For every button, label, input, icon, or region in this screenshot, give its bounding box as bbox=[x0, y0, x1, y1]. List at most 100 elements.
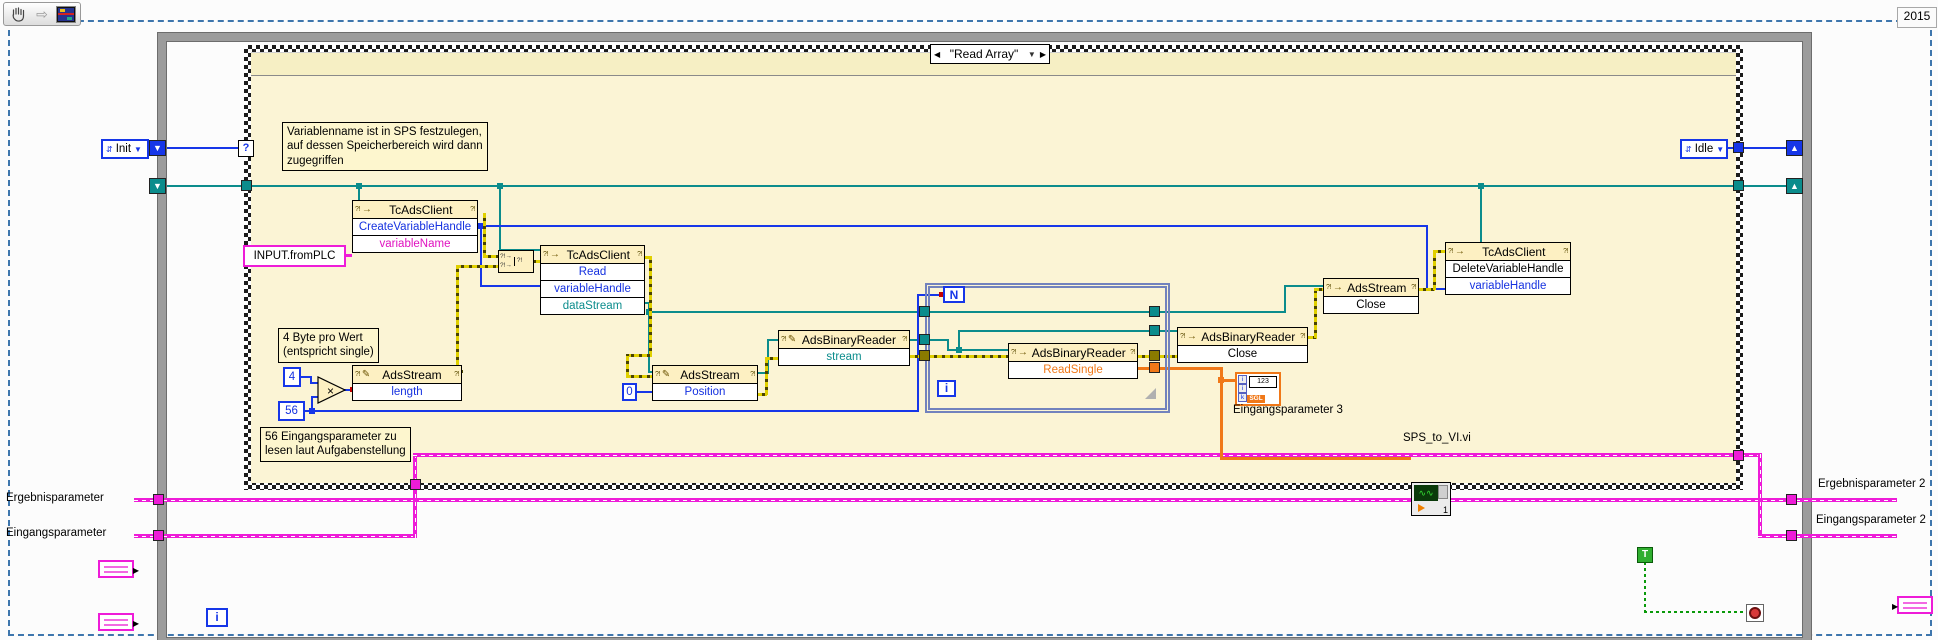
property-node-position[interactable]: ?! ✎ AdsStream?! Position bbox=[652, 365, 758, 401]
control-terminal-eingangsparameter[interactable]: ▶ bbox=[98, 613, 139, 631]
error-out-icon: ?! bbox=[454, 371, 459, 378]
comment-line: auf dessen Speicherbereich wird dann bbox=[287, 140, 483, 153]
navigate-arrow-icon[interactable]: ⇨ bbox=[32, 6, 52, 23]
int-wire bbox=[305, 410, 919, 412]
case-selector[interactable]: ◀ "Read Array" ▼ ▶ bbox=[930, 44, 1050, 64]
node-header: ?! → AdsBinaryReader?! bbox=[1178, 328, 1307, 345]
property-row[interactable]: length bbox=[353, 383, 461, 400]
subvi-sps-to-vi[interactable]: ∿∿ 1 bbox=[1411, 482, 1451, 516]
shift-register-left-state[interactable]: ▼ bbox=[149, 140, 166, 156]
invoke-node-adsstream-close[interactable]: ?! → AdsStream?! Close bbox=[1323, 278, 1419, 314]
comment-4byte[interactable]: 4 Byte pro Wert (entspricht single) bbox=[278, 328, 379, 363]
vi-diagram-icon[interactable] bbox=[56, 5, 76, 23]
property-row[interactable]: stream bbox=[779, 348, 909, 365]
hand-tool-icon[interactable] bbox=[8, 6, 28, 23]
case-tunnel-cluster-bottom[interactable] bbox=[410, 479, 421, 490]
control-terminal-ergebnisparameter[interactable]: ▶ bbox=[98, 560, 139, 578]
property-row[interactable]: Position bbox=[653, 383, 757, 400]
enum-constant-init[interactable]: ⇵ Init ▼ bbox=[101, 139, 149, 159]
invoke-icon: → bbox=[361, 203, 372, 215]
error-wire bbox=[1433, 250, 1445, 253]
numeric-constant-56[interactable]: 56 bbox=[278, 401, 305, 421]
method-row[interactable]: ReadSingle bbox=[1009, 361, 1137, 378]
multiply-node[interactable]: × bbox=[316, 374, 348, 411]
string-wire bbox=[346, 254, 352, 257]
while-iteration-terminal[interactable]: i bbox=[206, 608, 228, 627]
for-count-terminal[interactable]: N bbox=[943, 286, 965, 303]
case-tunnel-state[interactable] bbox=[1733, 142, 1744, 153]
method-row[interactable]: DeleteVariableHandle bbox=[1446, 260, 1570, 277]
merge-glyph: ?!→ bbox=[500, 253, 512, 261]
node-header: ?! → TcAdsClient?! bbox=[353, 201, 477, 218]
invoke-node-read[interactable]: ?! → TcAdsClient?! Read variableHandle dat… bbox=[540, 245, 645, 315]
boolean-true-constant[interactable]: T bbox=[1637, 547, 1653, 563]
array-indicator-eingangsparameter3[interactable]: iik 123 SGL bbox=[1235, 372, 1281, 406]
case-dropdown-icon[interactable]: ▼ bbox=[1028, 50, 1036, 59]
case-next-icon[interactable]: ▶ bbox=[1040, 50, 1046, 59]
for-tunnel-class[interactable] bbox=[1149, 306, 1160, 317]
index-i: i bbox=[1238, 375, 1247, 384]
for-tunnel-class[interactable] bbox=[1149, 325, 1160, 336]
for-tunnel-class[interactable] bbox=[919, 306, 930, 317]
param-row[interactable]: variableName bbox=[353, 235, 477, 252]
param-row[interactable]: variableHandle bbox=[1446, 277, 1570, 294]
invoke-node-deletevariablehandle[interactable]: ?! → TcAdsClient?! DeleteVariableHandle va… bbox=[1445, 242, 1571, 295]
index-k: k bbox=[1238, 393, 1247, 402]
loop-tunnel-cluster[interactable] bbox=[1786, 494, 1797, 505]
invoke-node-createvariablehandle[interactable]: ?! → TcAdsClient?! CreateVariableHandle va… bbox=[352, 200, 478, 253]
class-label: AdsStream bbox=[680, 367, 740, 382]
case-tunnel-class-left[interactable] bbox=[241, 180, 252, 191]
error-wire bbox=[626, 354, 629, 377]
for-tunnel-error[interactable] bbox=[919, 350, 930, 361]
loop-tunnel-cluster[interactable] bbox=[153, 494, 164, 505]
control-arrow-icon: ▶ bbox=[132, 566, 139, 575]
class-wire bbox=[499, 186, 501, 250]
enum-constant-idle[interactable]: ⇵ Idle ▼ bbox=[1680, 139, 1728, 159]
for-tunnel-class[interactable] bbox=[919, 334, 930, 345]
method-row[interactable]: CreateVariableHandle bbox=[353, 218, 477, 235]
loop-tunnel-cluster[interactable] bbox=[1786, 530, 1797, 541]
param-row[interactable]: dataStream bbox=[541, 297, 644, 314]
shift-register-left-class[interactable]: ▼ bbox=[149, 178, 166, 194]
merge-errors-node[interactable]: ?!→ ?!→ ?! bbox=[498, 250, 534, 273]
numeric-constant-0[interactable]: 0 bbox=[622, 383, 637, 401]
property-node-length[interactable]: ?! ✎ AdsStream?! length bbox=[352, 365, 462, 401]
invoke-node-binaryreader-close[interactable]: ?! → AdsBinaryReader?! Close bbox=[1177, 327, 1308, 363]
enum-icon: ⇵ bbox=[106, 144, 113, 154]
comment-variablenname[interactable]: Variablenname ist in SPS festzulegen, au… bbox=[282, 122, 488, 172]
comment-56params[interactable]: 56 Eingangsparameter zu lesen laut Aufga… bbox=[260, 427, 411, 462]
property-icon: ✎ bbox=[361, 368, 370, 380]
case-tunnel-cluster-right[interactable] bbox=[1733, 450, 1744, 461]
class-label: AdsBinaryReader bbox=[801, 332, 896, 347]
for-tunnel-error[interactable] bbox=[1149, 350, 1160, 361]
error-out-icon: ?! bbox=[1563, 248, 1568, 255]
for-resize-handle[interactable] bbox=[1145, 388, 1156, 399]
case-prev-icon[interactable]: ◀ bbox=[934, 50, 940, 59]
case-selector-label[interactable]: "Read Array" bbox=[944, 47, 1024, 61]
numeric-constant-4[interactable]: 4 bbox=[283, 367, 301, 387]
play-triangle-icon bbox=[1418, 504, 1425, 512]
loop-condition-terminal[interactable] bbox=[1746, 604, 1764, 622]
shift-register-right-class[interactable]: ▲ bbox=[1786, 178, 1803, 194]
method-row[interactable]: Close bbox=[1178, 345, 1307, 362]
case-tunnel-class-right[interactable] bbox=[1733, 180, 1744, 191]
property-icon: ✎ bbox=[661, 368, 670, 380]
string-constant-inputfromplc[interactable]: INPUT.fromPLC bbox=[243, 245, 346, 267]
loop-tunnel-cluster[interactable] bbox=[153, 530, 164, 541]
for-iteration-terminal[interactable]: i bbox=[937, 380, 956, 397]
param-row[interactable]: variableHandle bbox=[541, 280, 644, 297]
for-tunnel-index-out[interactable] bbox=[1149, 362, 1160, 373]
shift-register-right-state[interactable]: ▲ bbox=[1786, 140, 1803, 156]
property-node-stream[interactable]: ?! ✎ AdsBinaryReader?! stream bbox=[778, 330, 910, 366]
indicator-terminal-ergebnisparameter2[interactable]: ▶ bbox=[1892, 596, 1933, 614]
error-out-icon: ?! bbox=[1130, 349, 1135, 356]
node-header: ?! → TcAdsClient?! bbox=[541, 246, 644, 263]
method-row[interactable]: Close bbox=[1324, 296, 1418, 313]
label-ergebnisparameter2: Ergebnisparameter 2 bbox=[1818, 478, 1926, 490]
error-out-icon: ?! bbox=[1411, 284, 1416, 291]
invoke-node-readsingle[interactable]: ?! → AdsBinaryReader?! ReadSingle bbox=[1008, 343, 1138, 379]
class-wire bbox=[1284, 285, 1286, 312]
chip-icon bbox=[1438, 485, 1448, 499]
method-row[interactable]: Read bbox=[541, 263, 644, 280]
case-selector-terminal[interactable]: ? bbox=[238, 140, 254, 157]
